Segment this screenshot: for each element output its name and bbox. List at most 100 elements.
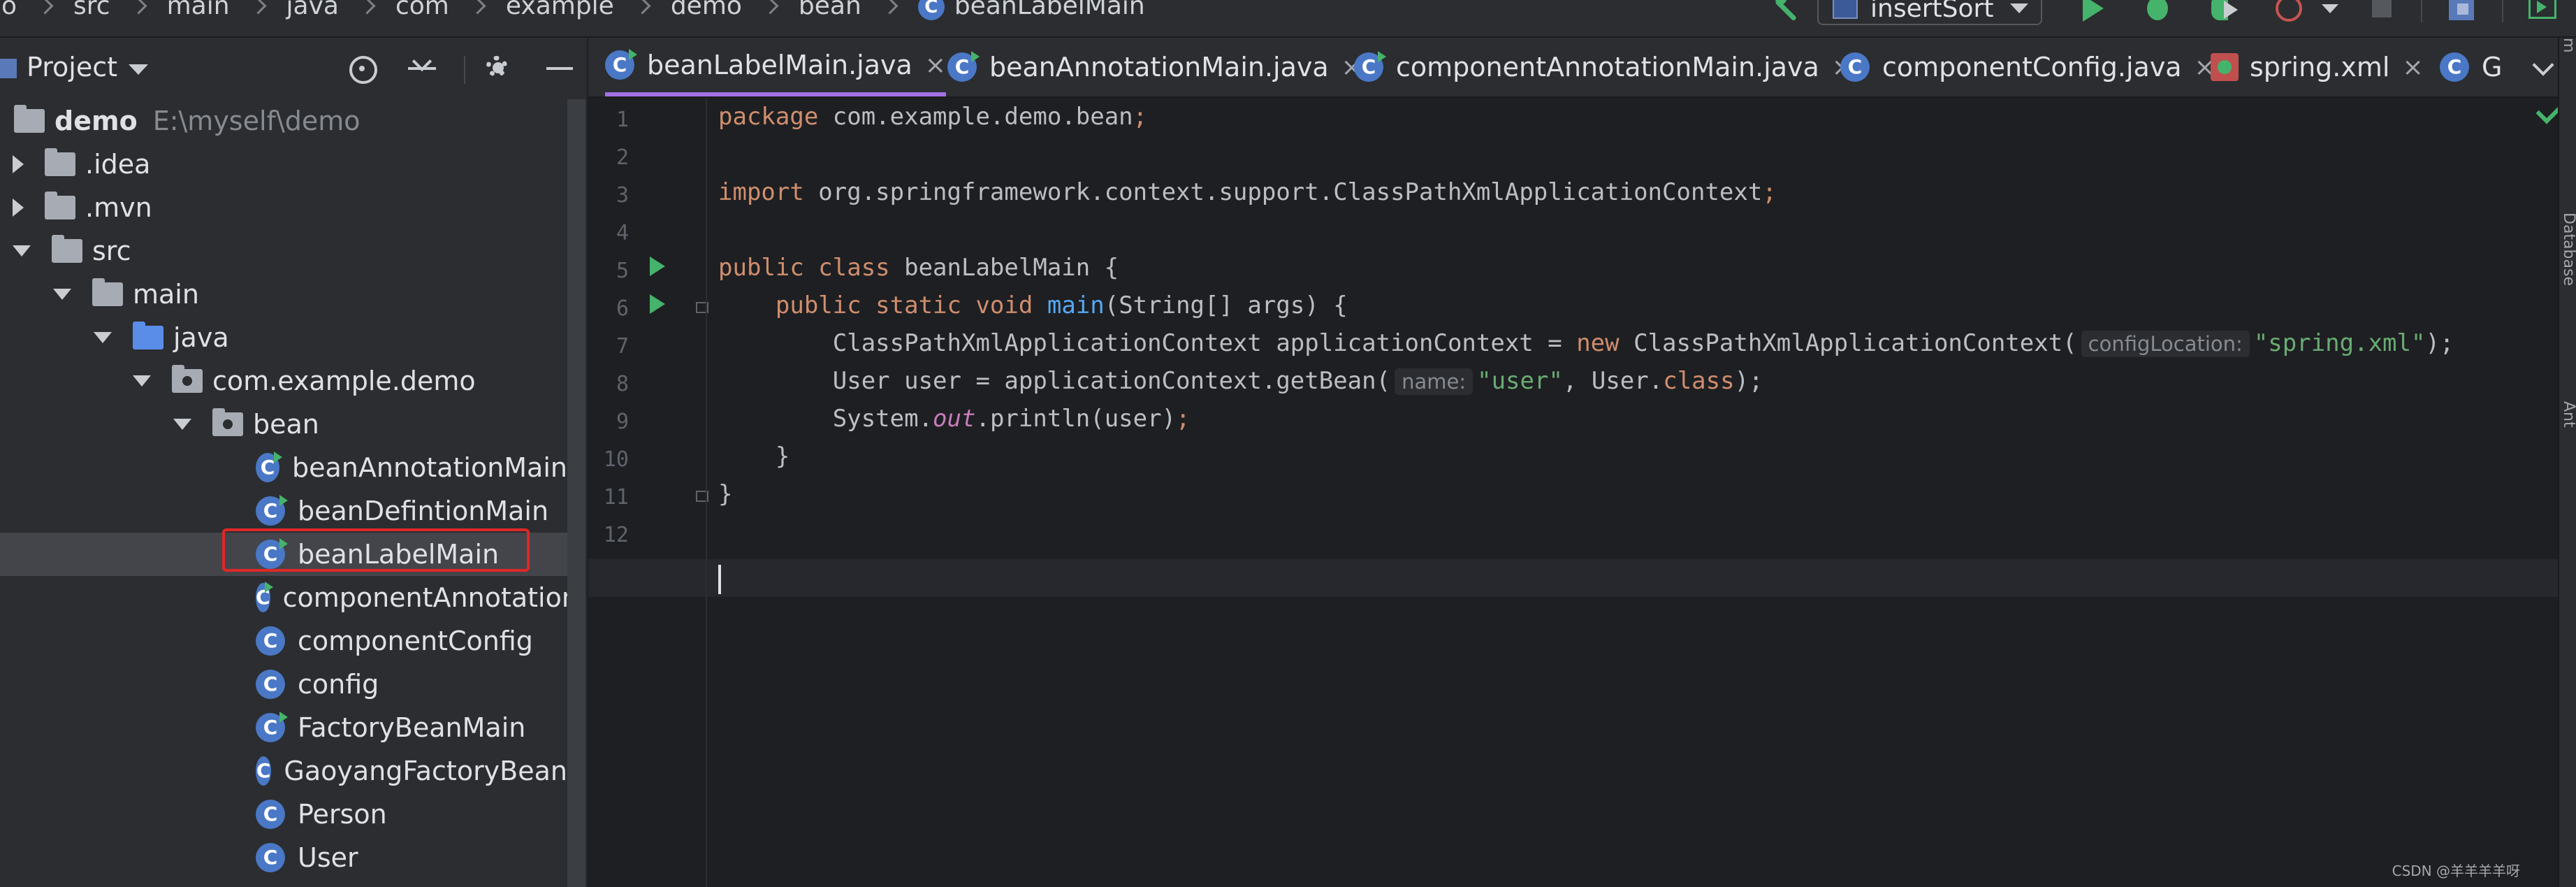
code-token: public class <box>718 254 890 282</box>
run-configuration-select[interactable]: insertSort <box>1817 0 2042 25</box>
ant-tool-button[interactable]: Ant <box>2559 401 2576 428</box>
chevron-right-icon <box>36 0 54 15</box>
code-line: import org.springframework.context.suppo… <box>718 173 1777 211</box>
sidebar-scrollbar[interactable] <box>567 99 585 887</box>
code-token: } <box>718 480 733 508</box>
tree-item-gaoyangfactorybean[interactable]: C GaoyangFactoryBean <box>0 749 567 793</box>
line-number: 9 <box>616 410 629 434</box>
breadcrumb-item[interactable]: example <box>492 0 628 20</box>
run-toolbar: insertSort <box>1768 0 2576 27</box>
tree-item-com-example-demo[interactable]: com.example.demo <box>0 359 567 403</box>
tree-item-user[interactable]: C User <box>0 836 567 879</box>
project-header: Project <box>0 38 587 98</box>
code-token: ); <box>2425 329 2454 357</box>
tab-spring-xml[interactable]: spring.xml × <box>2211 38 2424 96</box>
code-token: public static void <box>775 291 1033 319</box>
tree-item-idea[interactable]: .idea <box>0 143 567 186</box>
project-structure-icon[interactable] <box>2445 0 2480 26</box>
maven-tool-button[interactable]: m <box>2559 38 2576 52</box>
run-gutter-icon[interactable] <box>650 257 665 276</box>
line-number: 3 <box>616 183 629 208</box>
tree-item-label: config <box>298 669 379 700</box>
java-class-icon: C <box>256 452 283 482</box>
tree-item-config[interactable]: C config <box>0 663 567 706</box>
collapse-arrow-icon[interactable] <box>13 245 31 257</box>
breadcrumb-item[interactable]: bean <box>785 0 875 20</box>
breadcrumb-item-label: beanLabelMain <box>954 0 1145 20</box>
database-tool-button[interactable]: Database <box>2559 212 2576 286</box>
breadcrumb-item[interactable]: com <box>381 0 463 20</box>
parameter-hint: name: <box>1395 368 1473 395</box>
collapse-all-icon[interactable] <box>405 52 440 87</box>
coverage-icon[interactable] <box>2206 0 2241 26</box>
collapse-arrow-icon[interactable] <box>94 332 112 343</box>
tree-item-demo[interactable]: demo E:\myself\demo <box>0 99 567 143</box>
tree-item-componentannotationmain[interactable]: C componentAnnotationMain <box>0 576 567 619</box>
breadcrumb-item[interactable]: java <box>272 0 353 20</box>
run-icon[interactable] <box>2074 0 2109 26</box>
code-line: public class beanLabelMain { <box>718 249 1119 287</box>
collapse-arrow-icon[interactable] <box>173 419 191 430</box>
tab-beanannotationmain[interactable]: C beanAnnotationMain.java × <box>947 38 1362 96</box>
tree-item-main[interactable]: main <box>0 273 567 316</box>
expand-arrow-icon[interactable] <box>13 199 24 217</box>
chevron-down-icon[interactable] <box>129 64 148 75</box>
tree-item-componentconfig[interactable]: C componentConfig <box>0 619 567 663</box>
tab-componentconfig[interactable]: C componentConfig.java × <box>1840 38 2215 96</box>
debug-icon[interactable] <box>2140 0 2175 26</box>
project-view-title[interactable]: Project <box>27 52 117 82</box>
tree-item-beandefintionmain[interactable]: C beanDefintionMain <box>0 489 567 533</box>
code-line: } <box>718 438 789 475</box>
tree-item-java[interactable]: java <box>0 316 567 359</box>
code-token: .println(user) <box>975 405 1177 433</box>
close-icon[interactable]: × <box>2402 53 2423 82</box>
tree-item-factorybeanmain[interactable]: C FactoryBeanMain <box>0 706 567 749</box>
watermark: CSDN @羊羊羊羊呀 <box>2392 863 2520 879</box>
locate-file-icon[interactable] <box>345 52 380 87</box>
chevron-down-icon[interactable] <box>2322 3 2338 13</box>
editor-gutter: 1 2 3 4 5 6 7 8 9 10 11 12 <box>588 98 708 887</box>
profile-icon[interactable] <box>2271 0 2306 26</box>
tree-item-label: GaoyangFactoryBean <box>284 756 567 786</box>
hammer-icon[interactable] <box>1768 0 1800 24</box>
tree-item-label: java <box>173 322 229 353</box>
line-number: 8 <box>616 372 629 396</box>
code-token: import <box>718 178 804 206</box>
terminal-icon[interactable] <box>2526 0 2561 26</box>
collapse-arrow-icon[interactable] <box>53 289 71 300</box>
java-class-icon: C <box>256 495 288 526</box>
code-token: com.example.demo.bean <box>818 103 1133 131</box>
tree-item-bean[interactable]: bean <box>0 403 567 446</box>
breadcrumb-item[interactable]: o <box>0 0 31 20</box>
breadcrumb-item[interactable]: main <box>153 0 244 20</box>
spring-xml-icon <box>2211 53 2239 81</box>
tab-overflow[interactable]: C G <box>2440 38 2502 96</box>
code-token: User user = applicationContext.getBean( <box>718 367 1391 395</box>
tree-item-src[interactable]: src <box>0 229 567 273</box>
module-folder-icon <box>14 105 45 133</box>
breadcrumb-item[interactable]: src <box>59 0 124 20</box>
line-number: 11 <box>603 485 629 510</box>
code-token: "spring.xml" <box>2253 329 2426 357</box>
tab-beanlabelmain[interactable]: C beanLabelMain.java × <box>605 38 946 96</box>
close-icon[interactable]: × <box>925 51 946 80</box>
line-number: 5 <box>616 259 629 283</box>
code-token: ); <box>1734 367 1763 395</box>
hide-icon[interactable] <box>542 52 577 87</box>
breadcrumb-item-current[interactable]: CbeanLabelMain <box>904 0 1159 20</box>
tab-componentannotationmain[interactable]: C componentAnnotationMain.java × <box>1354 38 1853 96</box>
expand-arrow-icon[interactable] <box>13 155 24 173</box>
gear-icon[interactable] <box>482 52 517 87</box>
tree-item-person[interactable]: C Person <box>0 793 567 836</box>
tree-item-label: com.example.demo <box>212 366 476 396</box>
code-area[interactable]: package com.example.demo.bean; import or… <box>718 98 2454 508</box>
tree-item-mvn[interactable]: .mvn <box>0 186 567 229</box>
stop-icon[interactable] <box>2364 0 2399 26</box>
tree-item-beanannotationmain[interactable]: C beanAnnotationMain <box>0 446 567 489</box>
tree-item-label: componentConfig <box>298 626 533 656</box>
chevron-down-icon[interactable] <box>2532 54 2554 76</box>
breadcrumb-item[interactable]: demo <box>657 0 756 20</box>
run-gutter-icon[interactable] <box>650 294 665 314</box>
line-number: 2 <box>616 145 629 170</box>
collapse-arrow-icon[interactable] <box>133 375 151 387</box>
